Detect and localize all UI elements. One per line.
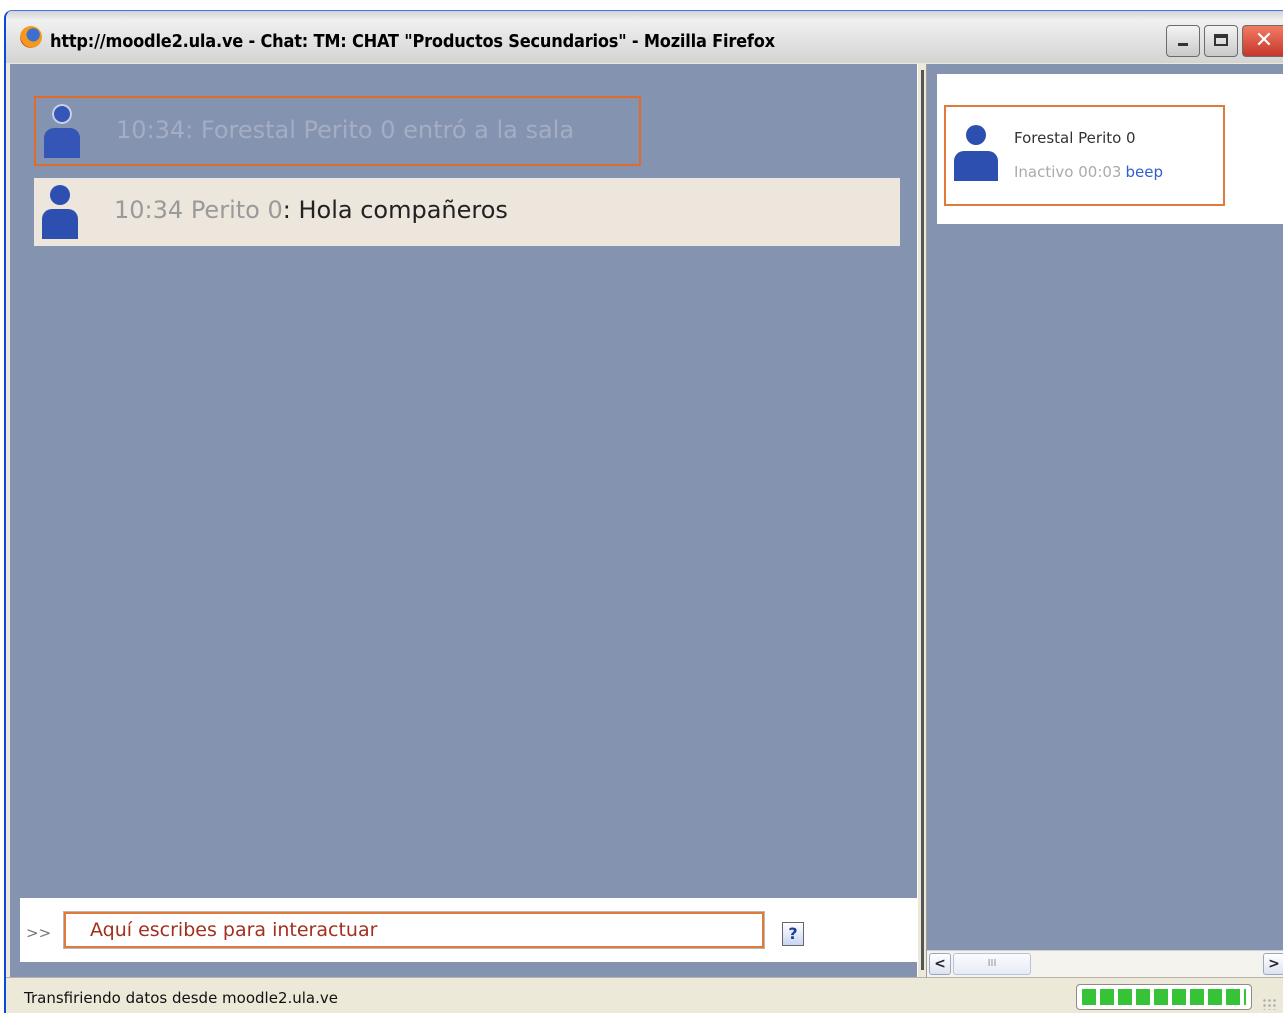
chat-messages-pane: 10:34: Forestal Perito 0 entró a la sala… xyxy=(10,64,917,977)
chat-message: 10:34 Perito 0: Hola compañeros xyxy=(34,178,900,246)
maximize-button[interactable] xyxy=(1204,25,1238,57)
system-message-text: 10:34: Forestal Perito 0 entró a la sala xyxy=(116,116,574,144)
user-status: Inactivo 00:03 beep xyxy=(1014,163,1163,181)
message-time: 10:34 xyxy=(114,196,184,224)
firefox-icon xyxy=(20,26,42,48)
status-bar: Transfiriendo datos desde moodle2.ula.ve xyxy=(6,977,1283,1013)
close-icon: ✕ xyxy=(1254,28,1274,53)
user-avatar-icon[interactable] xyxy=(954,125,998,181)
help-icon[interactable]: ? xyxy=(782,922,804,946)
scroll-right-icon[interactable]: > xyxy=(1263,953,1283,975)
scroll-left-icon[interactable]: < xyxy=(929,953,951,975)
scroll-thumb[interactable]: III xyxy=(953,953,1031,975)
user-name: Forestal Perito 0 xyxy=(1014,129,1136,147)
system-message-time: 10:34: xyxy=(116,116,194,144)
system-message-body: Forestal Perito 0 entró a la sala xyxy=(200,116,575,144)
user-idle-time: Inactivo 00:03 xyxy=(1014,163,1122,181)
minimize-icon xyxy=(1178,43,1188,46)
user-list-item: Forestal Perito 0 Inactivo 00:03 beep xyxy=(944,105,1225,206)
chat-input-bar: >> ? xyxy=(20,898,917,962)
users-list: Forestal Perito 0 Inactivo 00:03 beep xyxy=(937,74,1283,224)
input-prompt: >> xyxy=(26,924,52,942)
chat-message-text: 10:34 Perito 0: Hola compañeros xyxy=(114,196,508,224)
chat-input[interactable] xyxy=(63,911,765,949)
user-avatar-icon xyxy=(42,185,78,239)
minimize-button[interactable] xyxy=(1166,25,1200,57)
close-button[interactable]: ✕ xyxy=(1242,25,1283,57)
message-separator: : xyxy=(282,196,291,224)
status-text: Transfiriendo datos desde moodle2.ula.ve xyxy=(24,989,338,1007)
users-pane: Forestal Perito 0 Inactivo 00:03 beep < I… xyxy=(927,64,1283,977)
system-message: 10:34: Forestal Perito 0 entró a la sala xyxy=(34,96,641,166)
maximize-icon xyxy=(1214,34,1228,46)
beep-link[interactable]: beep xyxy=(1125,163,1163,181)
user-avatar-icon xyxy=(44,104,80,158)
horizontal-scrollbar[interactable]: < III > xyxy=(927,950,1283,977)
window-title: http://moodle2.ula.ve - Chat: TM: CHAT "… xyxy=(50,31,775,52)
message-author: Perito 0 xyxy=(190,196,283,224)
resize-grip-icon[interactable] xyxy=(1262,998,1276,1010)
title-bar[interactable]: http://moodle2.ula.ve - Chat: TM: CHAT "… xyxy=(6,11,1283,63)
message-body: Hola compañeros xyxy=(298,196,508,224)
browser-window: http://moodle2.ula.ve - Chat: TM: CHAT "… xyxy=(4,10,1283,1013)
progress-fill xyxy=(1082,989,1246,1005)
frame-splitter[interactable] xyxy=(917,64,927,977)
progress-meter xyxy=(1076,984,1252,1010)
